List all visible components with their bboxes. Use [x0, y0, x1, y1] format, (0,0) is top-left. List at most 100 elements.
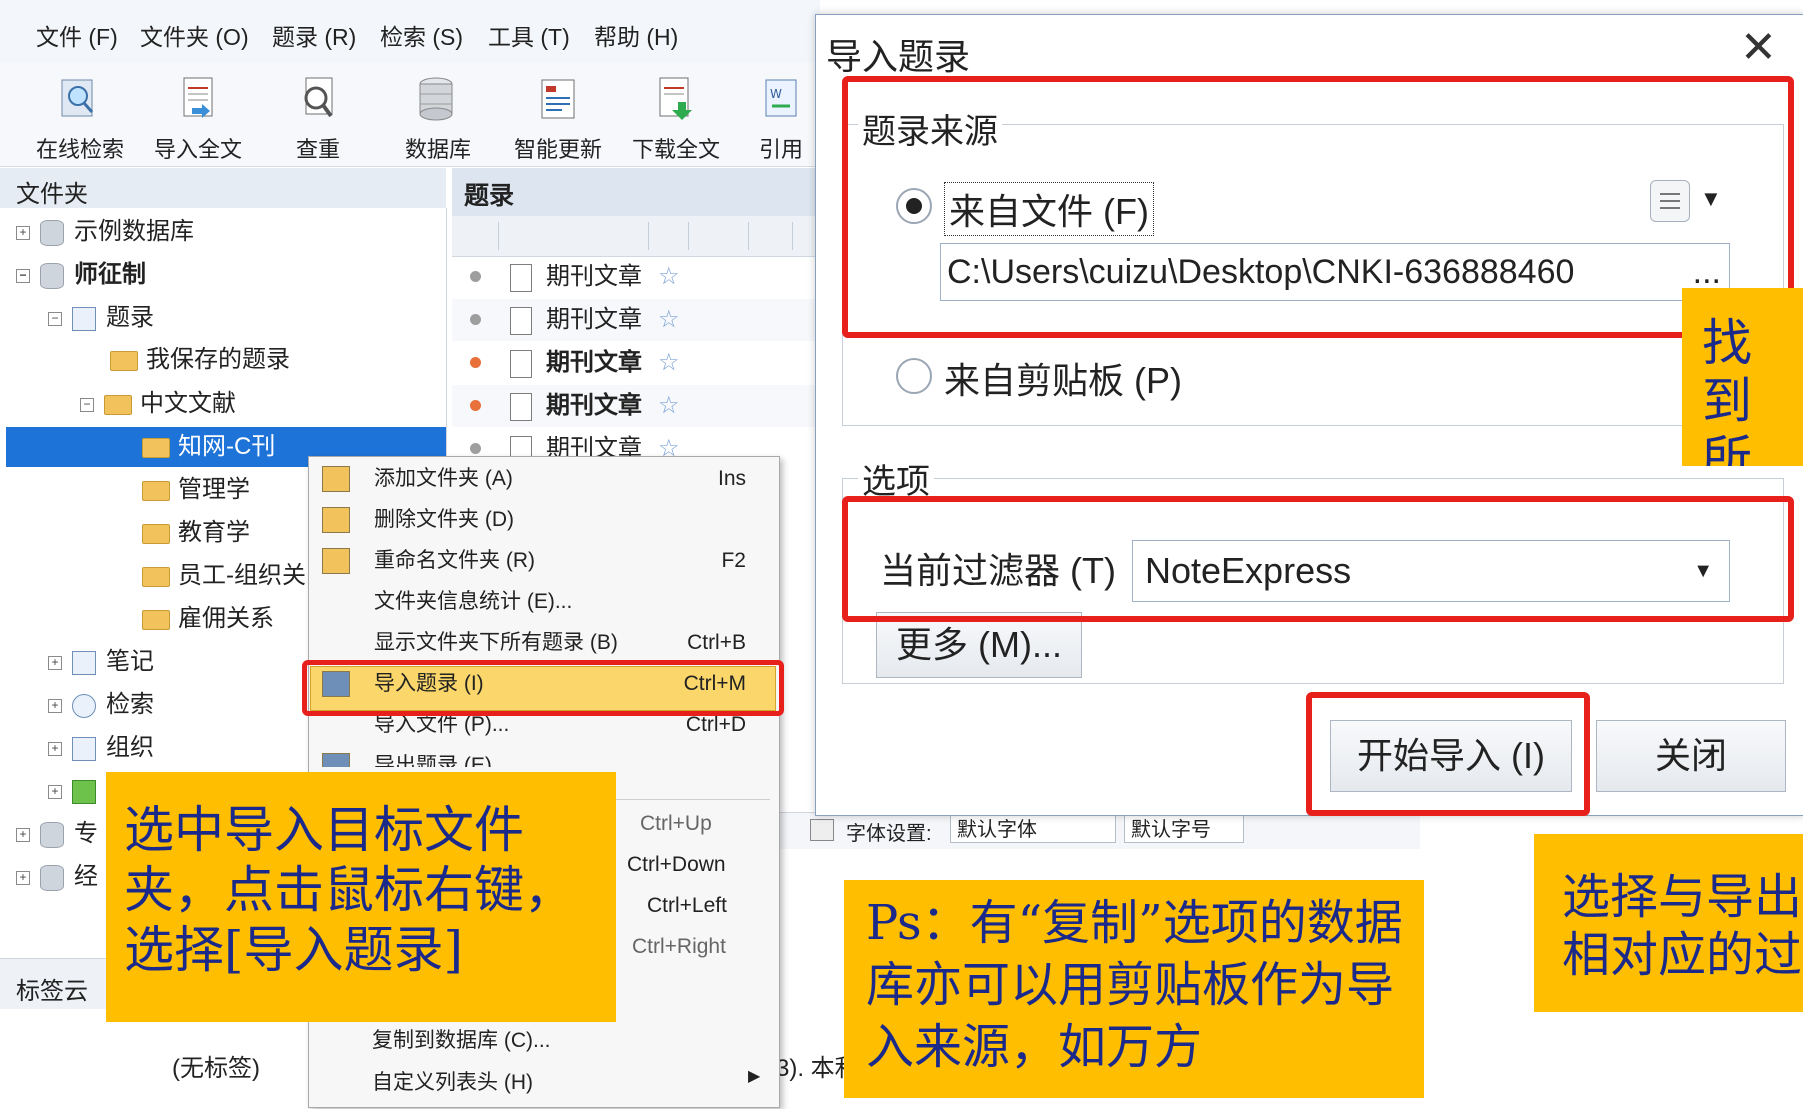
reference-row[interactable]: 期刊文章 ☆ [452, 299, 822, 341]
context-menu-item[interactable]: 添加文件夹 (A) Ins [310, 458, 780, 499]
tree-item-search[interactable]: + 检索 [48, 685, 154, 725]
reference-row[interactable]: 期刊文章 ☆ [452, 385, 822, 427]
reference-list-header: 题录 [452, 168, 822, 217]
context-menu-item[interactable]: 文件夹信息统计 (E)... [310, 581, 780, 622]
collapse-icon[interactable]: − [80, 397, 94, 412]
from-clipboard-radio[interactable] [896, 358, 932, 394]
expand-icon[interactable]: + [48, 741, 62, 756]
tree-item-label: 专 [74, 820, 98, 847]
tree-item-education[interactable]: 教育学 [142, 513, 250, 553]
tree-item-employment[interactable]: 雇佣关系 [142, 599, 274, 639]
expand-icon[interactable]: + [16, 827, 30, 842]
tree-item-label: 知网-C刊 [178, 433, 276, 460]
submenu-arrow-icon: ▶ [748, 1068, 761, 1085]
tree-item-shizhengzhi[interactable]: − 师征制 [16, 255, 146, 295]
expand-icon[interactable]: + [48, 784, 62, 799]
reference-row[interactable]: 期刊文章 ☆ [452, 428, 822, 458]
cite-button[interactable]: W 引用 [742, 68, 820, 164]
cite-label: 引用 [758, 137, 803, 162]
star-icon[interactable]: ☆ [658, 428, 680, 458]
callout-left: 选中导入目标文件夹，点击鼠标右键，选择[导入题录] [106, 772, 616, 1022]
menu-custom-columns[interactable]: 自定义列表头 (H) [372, 1066, 533, 1096]
download-fulltext-icon [659, 77, 692, 120]
tree-item-label: 我保存的题录 [146, 346, 290, 373]
expand-icon[interactable]: + [16, 870, 30, 885]
context-menu-label: 显示文件夹下所有题录 (B) [374, 631, 618, 654]
font-select[interactable]: 默认字体 [950, 815, 1116, 843]
close-button[interactable]: 关闭 [1596, 720, 1786, 792]
folder-panel-header: 文件夹 [0, 168, 446, 209]
reference-row[interactable]: 期刊文章 ☆ [452, 342, 822, 384]
star-icon[interactable]: ☆ [658, 385, 680, 427]
dedupe-button[interactable]: 查重 [268, 68, 368, 164]
tree-item-notes[interactable]: + 笔记 [48, 642, 154, 682]
menu-file[interactable]: 文件 (F) [36, 18, 118, 52]
import-fulltext-button[interactable]: 导入全文 [148, 68, 248, 164]
database-icon [40, 262, 64, 289]
folder-icon [110, 350, 138, 371]
context-menu-item[interactable]: 删除文件夹 (D) [310, 499, 780, 540]
close-icon[interactable]: ✕ [1740, 22, 1777, 73]
context-menu-shortcut: Ctrl+B [687, 631, 746, 654]
read-status-dot [470, 314, 481, 325]
tree-item-zhuan[interactable]: + 专 [16, 814, 98, 854]
expand-icon[interactable]: + [48, 655, 62, 670]
context-menu-item[interactable]: 显示文件夹下所有题录 (B) Ctrl+B [310, 622, 780, 663]
collapse-icon[interactable]: − [16, 268, 30, 283]
online-search-button[interactable]: 在线检索 [30, 68, 130, 164]
context-menu-label: 重命名文件夹 (R) [374, 549, 535, 572]
tree-item-label: 师征制 [74, 261, 146, 288]
tree-item-sample-db[interactable]: + 示例数据库 [16, 212, 194, 252]
tree-item-label: 雇佣关系 [178, 605, 274, 632]
tree-item-collapsed[interactable]: + [48, 771, 106, 811]
download-fulltext-button[interactable]: 下载全文 [626, 68, 726, 164]
dedupe-label: 查重 [295, 137, 340, 162]
star-icon[interactable]: ☆ [658, 342, 680, 384]
tree-item-references[interactable]: − 题录 [48, 298, 154, 338]
menu-folder[interactable]: 文件夹 (O) [140, 18, 249, 52]
callout-ps: Ps：有“复制”选项的数据库亦可以用剪贴板作为导入来源，如万方 [844, 880, 1424, 1098]
database-icon [419, 77, 453, 121]
document-icon [510, 393, 532, 421]
tree-item-label: 员工-组织关 [178, 562, 306, 589]
database-button[interactable]: 数据库 [388, 68, 488, 164]
download-fulltext-label: 下载全文 [631, 137, 720, 162]
tree-item-chinese-lit[interactable]: − 中文文献 [80, 384, 236, 424]
status-strip: ▾ 字体设置: 默认字体 默认字号 [760, 812, 1420, 849]
menu-reference[interactable]: 题录 (R) [272, 18, 356, 52]
context-menu-item[interactable]: 重命名文件夹 (R) F2 [310, 540, 780, 581]
tree-item-employee-org[interactable]: 员工-组织关 [142, 556, 307, 596]
import-fulltext-label: 导入全文 [153, 137, 242, 162]
reference-column-headers[interactable] [452, 216, 822, 257]
tree-item-management[interactable]: 管理学 [142, 470, 250, 510]
context-menu-label: 文件夹信息统计 (E)... [374, 590, 573, 613]
font-size-select[interactable]: 默认字号 [1124, 815, 1244, 843]
star-icon[interactable]: ☆ [658, 256, 680, 298]
tree-item-organize[interactable]: + 组织 [48, 728, 154, 768]
star-icon[interactable]: ☆ [658, 299, 680, 341]
menu-help[interactable]: 帮助 (H) [594, 18, 678, 52]
menu-search[interactable]: 检索 (S) [380, 18, 463, 52]
reference-row[interactable]: 期刊文章 ☆ [452, 256, 822, 298]
list-icon [72, 306, 96, 331]
from-clipboard-label[interactable]: 来自剪贴板 (P) [944, 352, 1182, 404]
reference-type-label: 期刊文章 [546, 349, 642, 376]
read-status-dot [470, 357, 481, 368]
read-status-dot [470, 271, 481, 282]
menu-tools[interactable]: 工具 (T) [488, 18, 570, 52]
read-status-dot [470, 443, 481, 454]
menu-copy-to-db[interactable]: 复制到数据库 (C)... [372, 1024, 551, 1054]
tree-item-label: 中文文献 [140, 390, 236, 417]
notes-icon [72, 650, 96, 675]
context-menu-item[interactable]: 导出题录 (E) [310, 745, 780, 767]
tree-item-label: 题录 [106, 304, 154, 331]
expand-icon[interactable]: + [16, 225, 30, 240]
collapse-icon[interactable]: − [48, 311, 62, 326]
no-tags-text: (无标签) [172, 1055, 260, 1082]
expand-icon[interactable]: + [48, 698, 62, 713]
tree-item-my-saved[interactable]: 我保存的题录 [110, 340, 290, 380]
import-fulltext-icon [183, 77, 213, 118]
smart-update-button[interactable]: 智能更新 [508, 68, 608, 164]
tree-item-jing[interactable]: + 经 [16, 857, 98, 897]
reference-list-title: 题录 [464, 182, 515, 210]
